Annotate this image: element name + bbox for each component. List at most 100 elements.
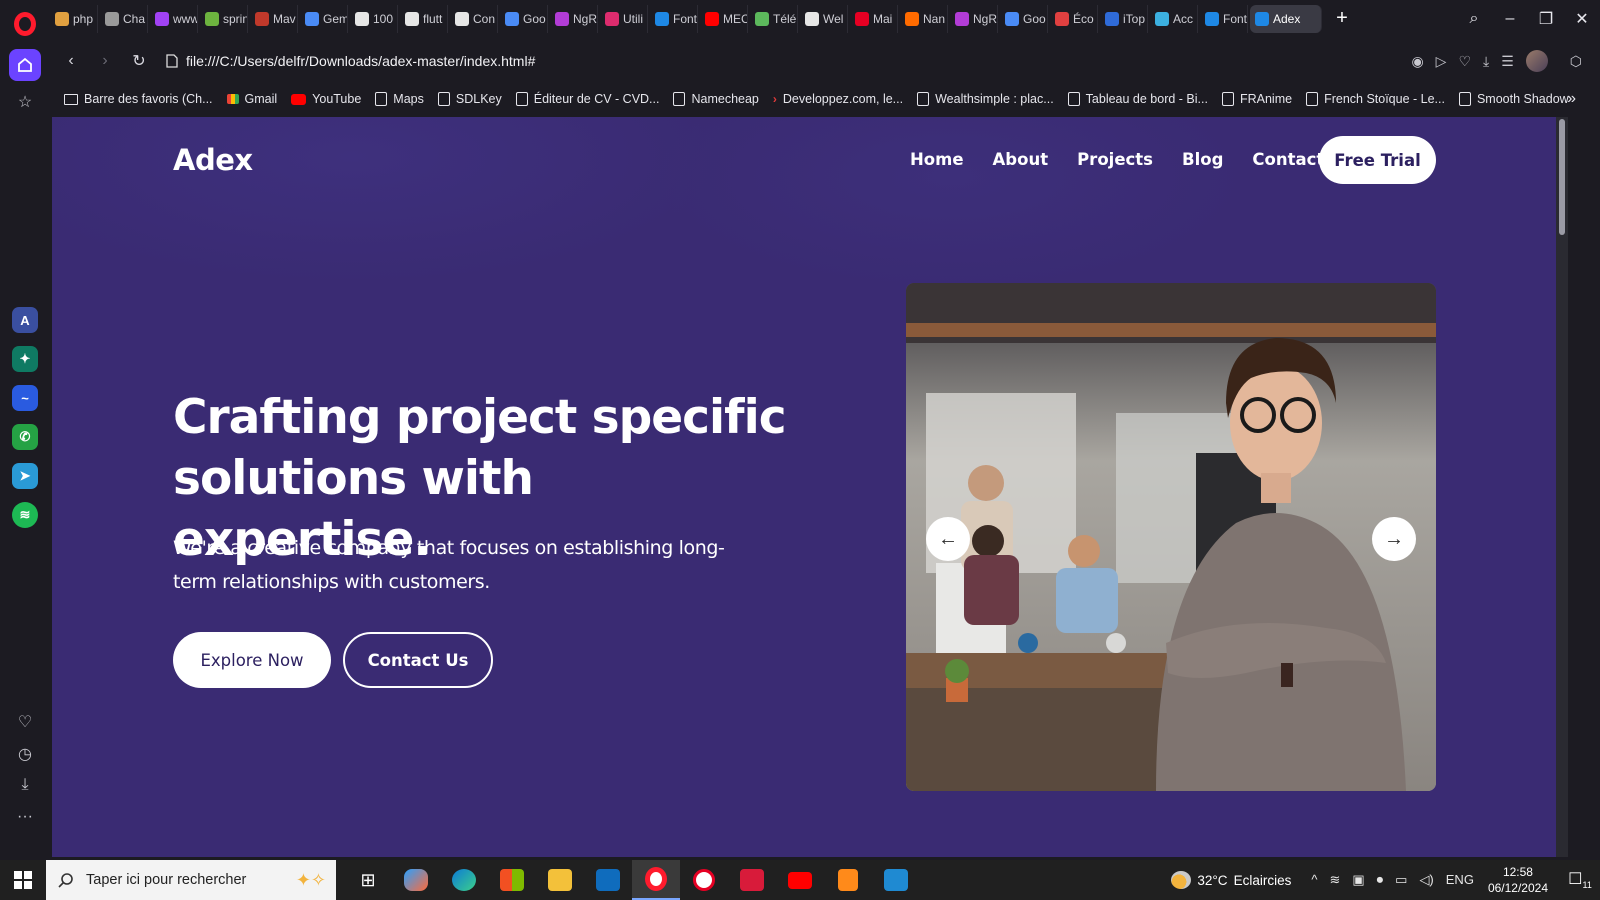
whatsapp-icon[interactable]: ✆ xyxy=(12,424,38,450)
back-icon[interactable]: ‹ xyxy=(54,52,88,70)
nav-about[interactable]: About xyxy=(993,150,1049,169)
bookmark-item[interactable]: Smooth Shadow xyxy=(1458,92,1569,106)
downloads-icon[interactable]: ⤓ xyxy=(1483,53,1489,70)
forward-icon[interactable]: › xyxy=(88,52,122,70)
vscode-icon[interactable] xyxy=(872,860,920,900)
explore-now-button[interactable]: Explore Now xyxy=(173,632,331,688)
heart-icon[interactable]: ♡ xyxy=(14,712,36,734)
pinterest-icon[interactable] xyxy=(680,860,728,900)
notification-center-icon[interactable]: ☐11 xyxy=(1560,869,1600,890)
new-tab-button[interactable]: + xyxy=(1328,5,1356,33)
weather-widget[interactable]: 32°C Eclaircies xyxy=(1171,871,1291,889)
tab[interactable]: Mai xyxy=(850,5,898,33)
carousel-prev-button[interactable]: ← xyxy=(926,517,970,561)
windows-start-icon[interactable] xyxy=(0,860,46,900)
tab[interactable]: Font xyxy=(1200,5,1248,33)
store-icon[interactable] xyxy=(488,860,536,900)
opera-taskbar-icon[interactable] xyxy=(632,860,680,900)
bookmark-item[interactable]: Namecheap xyxy=(673,92,759,106)
aria-icon[interactable]: A xyxy=(12,307,38,333)
nav-contact[interactable]: Contact xyxy=(1252,150,1324,169)
spotify-icon[interactable]: ≋ xyxy=(12,502,38,528)
profile-avatar[interactable] xyxy=(1525,50,1548,72)
opera-logo-icon[interactable] xyxy=(14,12,36,36)
tab[interactable]: Wel xyxy=(800,5,848,33)
camera-icon[interactable]: ▣ xyxy=(1352,872,1364,888)
nav-projects[interactable]: Projects xyxy=(1077,150,1153,169)
tab[interactable]: Nan xyxy=(900,5,948,33)
reload-icon[interactable]: ↻ xyxy=(122,51,156,71)
chevron-up-icon[interactable]: ^ xyxy=(1311,872,1317,888)
tab[interactable]: Utili xyxy=(600,5,648,33)
search-tabs-icon[interactable]: ⌕ xyxy=(1456,10,1492,28)
history-icon[interactable]: ◷ xyxy=(14,744,36,766)
tab[interactable]: Goo xyxy=(500,5,548,33)
tab[interactable]: www xyxy=(150,5,198,33)
bookmark-item[interactable]: French Stoïque - Le... xyxy=(1306,92,1445,106)
tab[interactable]: php xyxy=(50,5,98,33)
download-icon[interactable]: ⤓ xyxy=(14,774,36,796)
battery-icon[interactable]: ▭ xyxy=(1395,872,1407,888)
tab[interactable]: Con xyxy=(450,5,498,33)
tab[interactable]: Goo xyxy=(1000,5,1048,33)
tab[interactable]: Gem xyxy=(300,5,348,33)
bookmark-item[interactable]: SDLKey xyxy=(437,92,502,106)
youtube-icon[interactable] xyxy=(776,860,824,900)
favorite-icon[interactable]: ♡ xyxy=(1458,53,1471,70)
tab[interactable]: Acc xyxy=(1150,5,1198,33)
bookmark-item[interactable]: Éditeur de CV - CVD... xyxy=(515,92,659,106)
free-trial-button[interactable]: Free Trial xyxy=(1319,136,1436,184)
bookmark-item[interactable]: YouTube xyxy=(291,92,361,106)
scrollbar-thumb[interactable] xyxy=(1559,119,1565,235)
taskbar-search[interactable]: Taper ici pour rechercher ✦✧ xyxy=(46,860,336,900)
volume-icon[interactable]: ◁) xyxy=(1419,872,1433,888)
page-scrollbar[interactable] xyxy=(1556,117,1568,857)
brave-icon[interactable] xyxy=(824,860,872,900)
nav-blog[interactable]: Blog xyxy=(1182,150,1223,169)
telegram-icon[interactable]: ➤ xyxy=(12,463,38,489)
tab[interactable]: sprin xyxy=(200,5,248,33)
tab-active[interactable]: Adex xyxy=(1250,5,1322,33)
easy-setup-icon[interactable]: ☰ xyxy=(1501,53,1514,70)
bookmark-item[interactable]: Maps xyxy=(375,92,424,106)
messenger-icon[interactable]: ~ xyxy=(12,385,38,411)
bookmark-item[interactable]: FRAnime xyxy=(1221,92,1292,106)
carousel-next-button[interactable]: → xyxy=(1372,517,1416,561)
copilot-icon[interactable] xyxy=(392,860,440,900)
recorder-icon[interactable] xyxy=(728,860,776,900)
url-field[interactable]: file:///C:/Users/delfr/Downloads/adex-ma… xyxy=(166,53,535,69)
tab[interactable]: Font xyxy=(650,5,698,33)
more-icon[interactable]: ··· xyxy=(14,806,36,828)
edge-icon[interactable] xyxy=(440,860,488,900)
player-icon[interactable]: ▷ xyxy=(1436,53,1447,70)
tab[interactable]: MEC xyxy=(700,5,748,33)
tab[interactable]: iTop xyxy=(1100,5,1148,33)
bookmark-item[interactable]: › Developpez.com, le... xyxy=(773,92,903,106)
snapshot-icon[interactable]: ◉ xyxy=(1411,53,1423,70)
tab[interactable]: flutt xyxy=(400,5,448,33)
bookmarks-more-icon[interactable]: » xyxy=(1567,90,1576,108)
nav-home[interactable]: Home xyxy=(910,150,964,169)
clock[interactable]: 12:58 06/12/2024 xyxy=(1488,864,1548,896)
extensions-icon[interactable]: ⬡ xyxy=(1570,53,1582,70)
star-icon[interactable]: ☆ xyxy=(14,92,36,114)
tab[interactable]: Éco xyxy=(1050,5,1098,33)
bookmark-item[interactable]: Gmail xyxy=(226,92,277,106)
brand-logo[interactable]: Adex xyxy=(173,143,253,177)
tab[interactable]: Cha xyxy=(100,5,148,33)
close-button[interactable]: ✕ xyxy=(1564,9,1600,29)
contact-us-button[interactable]: Contact Us xyxy=(343,632,493,688)
outlook-icon[interactable] xyxy=(584,860,632,900)
tab[interactable]: NgR xyxy=(550,5,598,33)
file-explorer-icon[interactable] xyxy=(536,860,584,900)
wifi-icon[interactable]: ≋ xyxy=(1329,872,1340,888)
tab[interactable]: Télé xyxy=(750,5,798,33)
language-indicator[interactable]: ENG xyxy=(1446,872,1474,888)
home-icon[interactable] xyxy=(9,49,41,81)
bookmark-item[interactable]: Wealthsimple : plac... xyxy=(917,92,1054,106)
tab[interactable]: NgR xyxy=(950,5,998,33)
bookmark-item[interactable]: Barre des favoris (Ch... xyxy=(64,92,213,106)
bookmark-item[interactable]: Tableau de bord - Bi... xyxy=(1067,92,1208,106)
task-view-icon[interactable]: ⊞ xyxy=(344,860,392,900)
tab[interactable]: 100 xyxy=(350,5,398,33)
